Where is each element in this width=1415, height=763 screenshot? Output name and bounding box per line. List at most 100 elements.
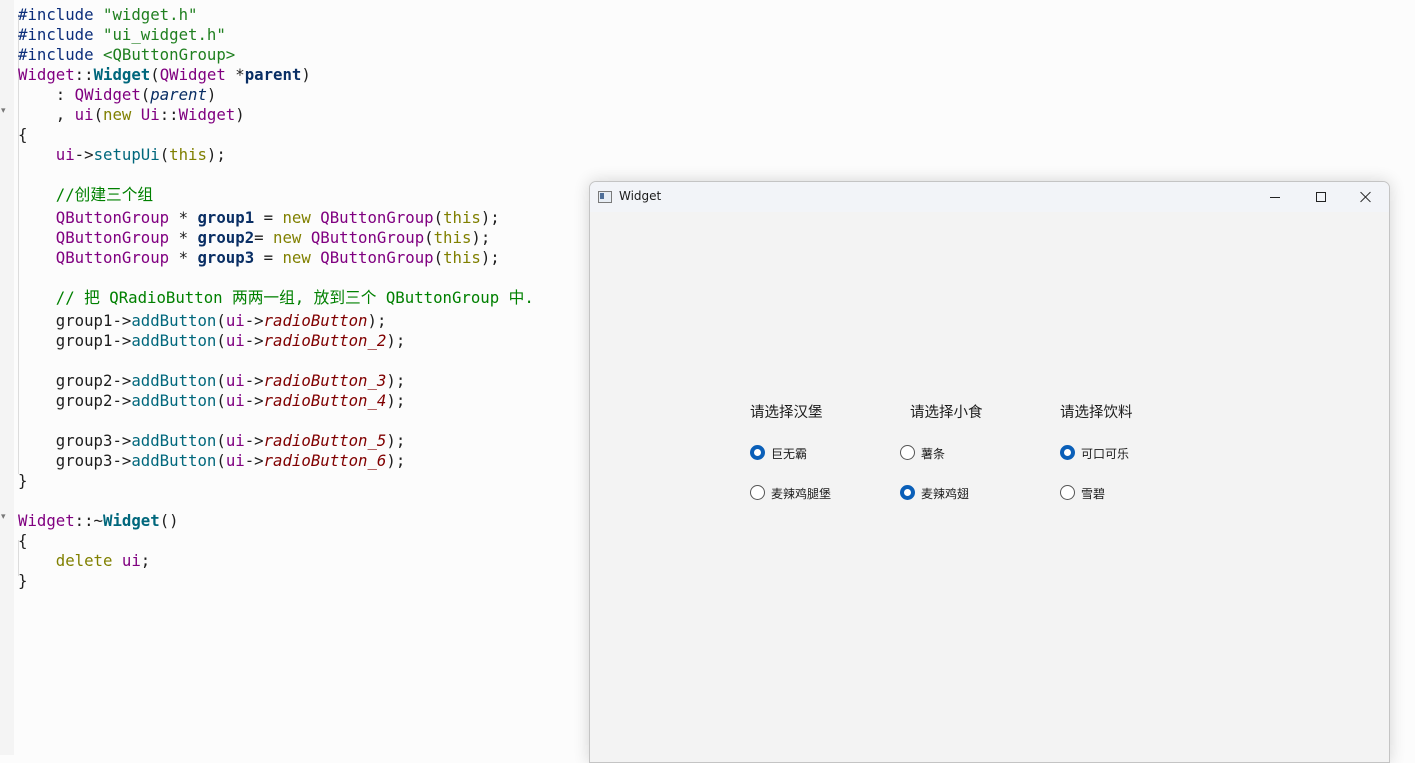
code-token: ); xyxy=(386,371,406,390)
code-token: addButton xyxy=(131,451,217,470)
code-token: ); xyxy=(367,311,387,330)
code-token: group3-> xyxy=(55,451,132,470)
code-token: ( xyxy=(216,431,226,450)
code-line: group3->addButton(ui->radioButton_6); xyxy=(18,451,405,471)
minimize-icon xyxy=(1270,197,1280,198)
code-token: ui xyxy=(55,145,75,164)
code-token: ); xyxy=(386,451,406,470)
code-token: ) xyxy=(235,105,245,124)
code-token: new xyxy=(282,208,321,227)
code-token: group2 xyxy=(197,228,255,247)
code-token: ); xyxy=(206,145,226,164)
code-token: group3-> xyxy=(55,431,132,450)
radio-label[interactable]: 雪碧 xyxy=(1081,485,1105,502)
radio-indicator[interactable] xyxy=(900,445,915,460)
radio-label[interactable]: 麦辣鸡翅 xyxy=(921,485,969,502)
code-token: ::~ xyxy=(74,511,104,530)
code-token: radioButton_4 xyxy=(263,391,387,410)
code-token: ); xyxy=(471,228,491,247)
title-bar[interactable]: Widget xyxy=(590,182,1389,212)
code-token: new xyxy=(273,228,311,247)
code-token: ui xyxy=(225,371,245,390)
code-line: QButtonGroup * group1 = new QButtonGroup… xyxy=(18,208,500,228)
code-token: Widget xyxy=(93,65,151,84)
code-line: group1->addButton(ui->radioButton_2); xyxy=(18,331,405,351)
code-token: * xyxy=(169,228,198,247)
app-window-icon xyxy=(598,191,612,203)
radio-indicator[interactable] xyxy=(750,445,765,460)
code-token: radioButton xyxy=(263,311,368,330)
code-token: group2-> xyxy=(55,391,132,410)
code-line: #include <QButtonGroup> xyxy=(18,45,235,65)
code-token: ) xyxy=(301,65,311,84)
burger-group-label: 请选择汉堡 xyxy=(750,405,823,421)
radio-indicator[interactable] xyxy=(900,485,915,500)
code-token: this xyxy=(169,145,207,164)
code-token: group1 xyxy=(197,208,255,227)
code-token: ); xyxy=(386,391,406,410)
minimize-button[interactable] xyxy=(1252,182,1298,212)
code-line: } xyxy=(18,571,27,591)
radio-label[interactable]: 薯条 xyxy=(921,445,945,462)
maximize-icon xyxy=(1316,192,1326,202)
code-token: ) xyxy=(206,85,217,104)
code-token: ( xyxy=(216,331,226,350)
code-token: ); xyxy=(386,431,406,450)
radio-label[interactable]: 巨无霸 xyxy=(771,445,807,462)
code-token: :: xyxy=(159,105,179,124)
code-token: Widget xyxy=(103,511,160,530)
code-token: * xyxy=(169,248,198,267)
code-token: -> xyxy=(244,391,264,410)
code-token: new xyxy=(282,248,321,267)
code-token: QButtonGroup xyxy=(55,248,170,267)
code-token: group1-> xyxy=(55,331,132,350)
code-line: group2->addButton(ui->radioButton_3); xyxy=(18,371,405,391)
code-token: { xyxy=(18,125,28,144)
radio-indicator[interactable] xyxy=(1060,485,1075,500)
code-line: , ui(new Ui::Widget) xyxy=(18,105,245,125)
code-token: QButtonGroup xyxy=(55,208,170,227)
code-token: delete xyxy=(55,551,122,570)
code-line: #include "widget.h" xyxy=(18,5,197,25)
close-button[interactable] xyxy=(1343,182,1389,212)
code-token: setupUi xyxy=(93,145,160,164)
code-token: addButton xyxy=(131,311,217,330)
code-token: ( xyxy=(216,451,226,470)
drink-group-label: 请选择饮料 xyxy=(1060,405,1133,421)
window-title: Widget xyxy=(619,189,662,203)
radio-indicator[interactable] xyxy=(1060,445,1075,460)
editor-gutter: ▾ ▾ xyxy=(0,0,14,755)
fold-arrow-icon[interactable]: ▾ xyxy=(1,106,6,116)
radio-label[interactable]: 可口可乐 xyxy=(1081,445,1129,462)
code-token: parent xyxy=(150,85,207,104)
radio-indicator[interactable] xyxy=(750,485,765,500)
code-line: { xyxy=(18,125,27,145)
code-token: <QButtonGroup> xyxy=(103,45,236,64)
code-token: ui xyxy=(225,431,245,450)
code-token: #include xyxy=(18,5,104,24)
code-token: * xyxy=(169,208,198,227)
code-token: group2-> xyxy=(55,371,132,390)
code-token: addButton xyxy=(131,331,217,350)
code-line: QButtonGroup * group2= new QButtonGroup(… xyxy=(18,228,491,248)
code-token: QButtonGroup xyxy=(320,248,434,267)
code-token: -> xyxy=(74,145,94,164)
code-token: ( xyxy=(93,105,104,124)
code-line: #include "ui_widget.h" xyxy=(18,25,226,45)
code-token: ( xyxy=(216,371,226,390)
code-token: #include xyxy=(18,45,104,64)
radio-label[interactable]: 麦辣鸡腿堡 xyxy=(771,485,831,502)
code-line: { xyxy=(18,531,27,551)
code-token: -> xyxy=(244,331,264,350)
fold-arrow-icon[interactable]: ▾ xyxy=(1,512,6,522)
maximize-button[interactable] xyxy=(1298,182,1344,212)
